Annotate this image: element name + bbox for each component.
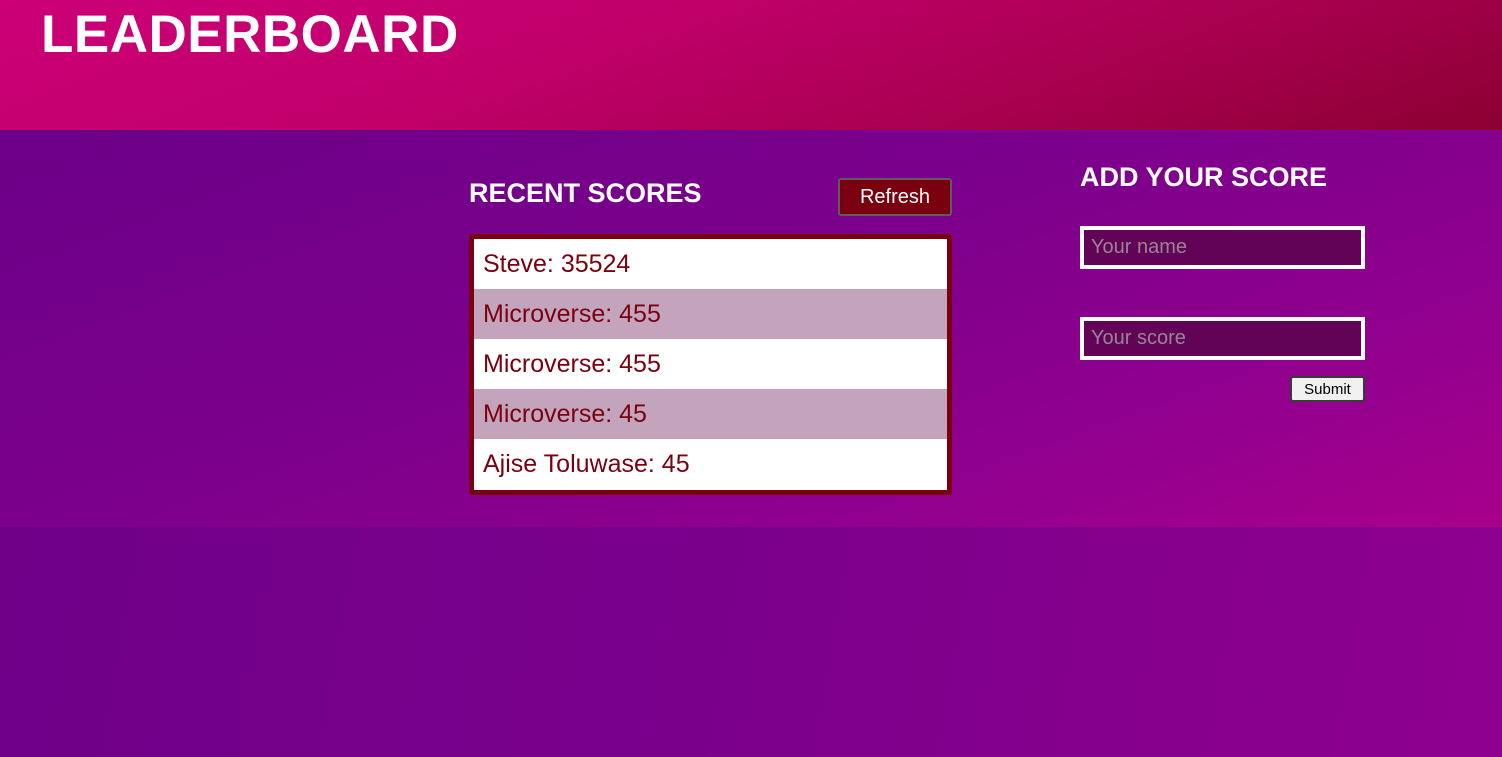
main-section: RECENT SCORES Refresh Steve: 35524 Micro… [0,130,1502,527]
page-title: LEADERBOARD [41,5,459,64]
page-header: LEADERBOARD [0,0,1502,130]
submit-button[interactable]: Submit [1290,376,1365,402]
name-input[interactable] [1080,226,1365,269]
score-item: Microverse: 455 [474,339,947,389]
score-item: Ajise Toluwase: 45 [474,439,947,489]
score-input[interactable] [1080,317,1365,360]
add-score-title: ADD YOUR SCORE [1080,162,1328,192]
score-item: Microverse: 45 [474,389,947,439]
refresh-button[interactable]: Refresh [838,178,952,216]
score-item: Microverse: 455 [474,289,947,339]
scores-list: Steve: 35524 Microverse: 455 Microverse:… [469,234,952,495]
score-item: Steve: 35524 [474,239,947,289]
recent-scores-title: RECENT SCORES [469,178,702,208]
